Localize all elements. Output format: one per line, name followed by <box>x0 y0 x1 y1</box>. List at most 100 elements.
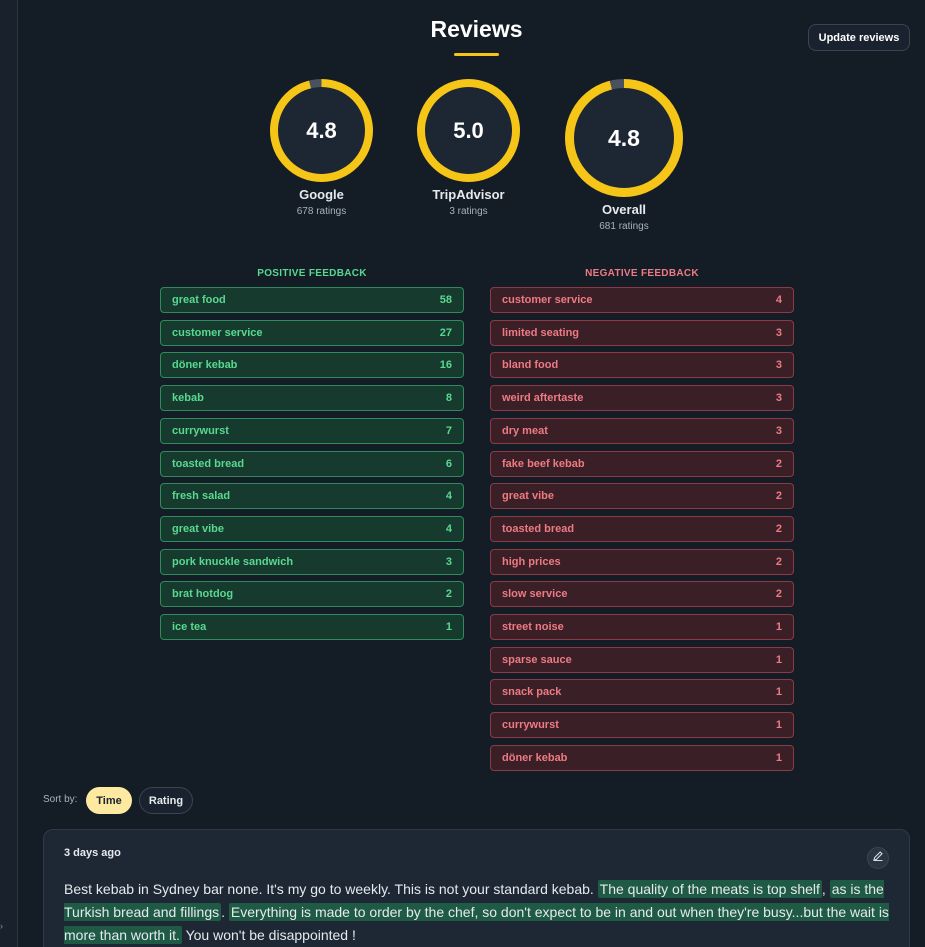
feedback-item[interactable]: currywurst 1 <box>490 712 794 739</box>
sort-time-button[interactable]: Time <box>86 787 132 814</box>
feedback-count: 8 <box>445 392 452 405</box>
feedback-count: 1 <box>775 686 782 699</box>
feedback-item[interactable]: great food 58 <box>160 287 464 313</box>
review-card: 3 days ago Best kebab in Sydney bar none… <box>43 829 910 947</box>
feedback-count: 1 <box>775 719 782 732</box>
feedback-item[interactable]: sparse sauce 1 <box>490 646 794 673</box>
feedback-count: 1 <box>775 751 782 764</box>
negative-feedback-heading: NEGATIVE FEEDBACK <box>585 268 699 279</box>
feedback-count: 2 <box>775 457 782 470</box>
title-underline <box>454 53 499 56</box>
feedback-item[interactable]: bland food 3 <box>490 352 794 379</box>
feedback-label: great food <box>172 294 226 306</box>
feedback-item[interactable]: customer service 27 <box>160 319 464 346</box>
feedback-item[interactable]: fresh salad 4 <box>160 483 464 510</box>
feedback-item[interactable]: customer service 4 <box>490 287 794 313</box>
rating-source: TripAdvisor <box>432 187 505 202</box>
left-rail: › <box>0 0 18 947</box>
feedback-count: 3 <box>445 555 452 568</box>
rating-source: Google <box>299 187 344 202</box>
rating-score: 4.8 <box>574 88 674 188</box>
pencil-icon <box>872 849 884 867</box>
feedback-label: ice tea <box>172 621 207 633</box>
feedback-label: brat hotdog <box>172 588 234 601</box>
sort-rating-button[interactable]: Rating <box>139 787 193 814</box>
review-text-segment: You won't be disappointed ! <box>181 927 356 943</box>
feedback-item[interactable]: toasted bread 6 <box>160 450 464 477</box>
feedback-count: 2 <box>775 555 782 568</box>
feedback-count: 6 <box>445 457 452 470</box>
feedback-count: 3 <box>775 359 782 372</box>
feedback-label: currywurst <box>502 719 559 732</box>
feedback-count: 3 <box>775 326 782 339</box>
feedback-item[interactable]: kebab 8 <box>160 385 464 412</box>
feedback-item[interactable]: fake beef kebab 2 <box>490 450 794 477</box>
feedback-count: 7 <box>445 424 452 437</box>
feedback-count: 16 <box>439 359 452 372</box>
feedback-label: snack pack <box>502 686 562 699</box>
feedback-count: 2 <box>445 588 452 601</box>
feedback-item[interactable]: street noise 1 <box>490 614 794 640</box>
rating-google: 4.8 Google 678 ratings <box>270 79 373 217</box>
feedback-label: bland food <box>502 359 559 372</box>
feedback-item[interactable]: snack pack 1 <box>490 679 794 706</box>
feedback-label: fresh salad <box>172 490 231 503</box>
feedback-item[interactable]: currywurst 7 <box>160 417 464 444</box>
feedback-count: 4 <box>445 522 452 535</box>
rating-count: 3 ratings <box>449 206 488 217</box>
feedback-label: weird aftertaste <box>502 392 584 405</box>
feedback-label: döner kebab <box>172 359 238 372</box>
sort-label: Sort by: <box>43 794 78 805</box>
review-text-segment: , <box>821 881 830 897</box>
feedback-label: dry meat <box>502 424 548 437</box>
feedback-label: pork knuckle sandwich <box>172 555 294 568</box>
feedback-label: limited seating <box>502 326 580 339</box>
review-time: 3 days ago <box>64 847 121 859</box>
feedback-item[interactable]: döner kebab 1 <box>490 744 794 771</box>
rating-count: 678 ratings <box>296 206 347 217</box>
feedback-item[interactable]: toasted bread 2 <box>490 515 794 542</box>
rating-score: 5.0 <box>425 87 512 174</box>
feedback-label: slow service <box>502 588 568 601</box>
feedback-label: great vibe <box>502 490 554 503</box>
edit-review-button[interactable] <box>867 847 889 869</box>
review-text: Best kebab in Sydney bar none. It's my g… <box>64 878 894 947</box>
feedback-label: fake beef kebab <box>502 457 585 470</box>
rating-tripadvisor: 5.0 TripAdvisor 3 ratings <box>417 79 520 217</box>
feedback-label: toasted bread <box>502 522 575 535</box>
rating-count: 681 ratings <box>599 221 649 232</box>
feedback-item[interactable]: döner kebab 16 <box>160 352 464 379</box>
rating-overall: 4.8 Overall 681 ratings <box>565 79 683 232</box>
rail-marker: › <box>0 921 3 931</box>
feedback-count: 4 <box>775 294 782 306</box>
feedback-item[interactable]: dry meat 3 <box>490 417 794 444</box>
page-title: Reviews <box>430 16 523 42</box>
feedback-label: customer service <box>172 326 263 339</box>
feedback-count: 1 <box>775 653 782 666</box>
feedback-item[interactable]: great vibe 4 <box>160 515 464 542</box>
feedback-item[interactable]: high prices 2 <box>490 548 794 575</box>
feedback-item[interactable]: limited seating 3 <box>490 319 794 346</box>
review-text-segment: Best kebab in Sydney bar none. It's my g… <box>64 881 598 897</box>
review-text-segment: . <box>221 904 229 920</box>
feedback-count: 3 <box>775 424 782 437</box>
feedback-item[interactable]: great vibe 2 <box>490 483 794 510</box>
feedback-label: sparse sauce <box>502 653 572 666</box>
feedback-label: döner kebab <box>502 751 568 764</box>
rating-source: Overall <box>601 202 647 217</box>
feedback-label: high prices <box>502 555 561 568</box>
feedback-label: street noise <box>502 621 564 633</box>
feedback-item[interactable]: ice tea 1 <box>160 614 464 640</box>
feedback-label: toasted bread <box>172 457 245 470</box>
feedback-item[interactable]: brat hotdog 2 <box>160 581 464 608</box>
rating-ring: 4.8 <box>565 79 683 197</box>
feedback-item[interactable]: weird aftertaste 3 <box>490 385 794 412</box>
rating-ring: 5.0 <box>417 79 520 182</box>
feedback-count: 1 <box>775 621 782 633</box>
feedback-count: 2 <box>775 588 782 601</box>
update-reviews-button[interactable]: Update reviews <box>808 24 910 51</box>
feedback-label: great vibe <box>172 522 224 535</box>
feedback-item[interactable]: slow service 2 <box>490 581 794 608</box>
feedback-item[interactable]: pork knuckle sandwich 3 <box>160 548 464 575</box>
feedback-count: 3 <box>775 392 782 405</box>
